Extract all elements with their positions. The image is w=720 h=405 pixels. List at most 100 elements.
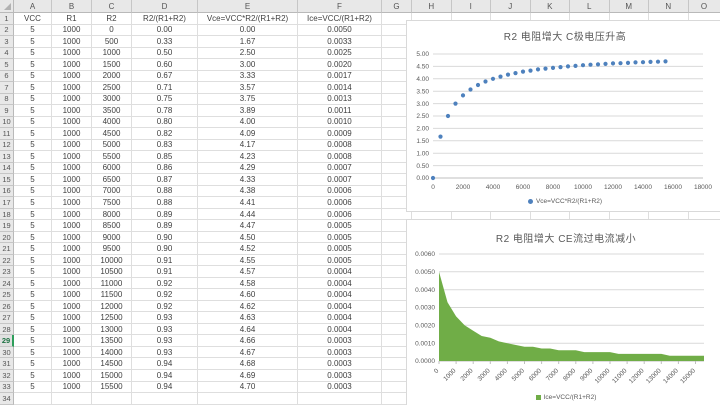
cell[interactable]: Ice=VCC/(R1+R2) (298, 13, 382, 25)
cell[interactable]: 0.0004 (298, 312, 382, 324)
cell[interactable]: 4.67 (198, 347, 298, 359)
cell[interactable]: 4.33 (198, 174, 298, 186)
cell[interactable]: VCC (14, 13, 52, 25)
cell[interactable]: 4.64 (198, 324, 298, 336)
cell[interactable]: 0.0003 (298, 335, 382, 347)
cell[interactable]: 3.89 (198, 105, 298, 117)
cell[interactable]: 5 (14, 232, 52, 244)
cell[interactable]: 0.0009 (298, 128, 382, 140)
cell[interactable] (14, 393, 52, 405)
cell[interactable]: 1000 (52, 151, 92, 163)
cell[interactable]: 5 (14, 301, 52, 313)
cell[interactable]: 0.50 (132, 48, 198, 60)
cell[interactable]: 2000 (92, 71, 132, 83)
row-header-11[interactable]: 11 (0, 128, 14, 140)
row-header-7[interactable]: 7 (0, 82, 14, 94)
cell[interactable]: 500 (92, 36, 132, 48)
row-header-23[interactable]: 23 (0, 266, 14, 278)
cell[interactable]: 5 (14, 117, 52, 129)
row-header-17[interactable]: 17 (0, 197, 14, 209)
cell[interactable]: 1000 (52, 243, 92, 255)
cell[interactable]: 13500 (92, 335, 132, 347)
cell[interactable]: 0.33 (132, 36, 198, 48)
row-header-30[interactable]: 30 (0, 347, 14, 359)
cell[interactable]: 0.0011 (298, 105, 382, 117)
cell[interactable]: 0.0006 (298, 197, 382, 209)
row-header-8[interactable]: 8 (0, 94, 14, 106)
cell[interactable]: 1000 (52, 59, 92, 71)
cell[interactable]: 0.88 (132, 197, 198, 209)
cell[interactable]: 10500 (92, 266, 132, 278)
cell[interactable]: 8500 (92, 220, 132, 232)
cell[interactable]: 6500 (92, 174, 132, 186)
row-header-6[interactable]: 6 (0, 71, 14, 83)
cell[interactable]: 5 (14, 255, 52, 267)
cell[interactable]: 5 (14, 209, 52, 221)
cell[interactable]: 1000 (92, 48, 132, 60)
cell[interactable]: 0.00 (198, 25, 298, 37)
column-header-C[interactable]: C (92, 0, 132, 13)
cell[interactable]: 4.17 (198, 140, 298, 152)
cell[interactable]: 0.67 (132, 71, 198, 83)
cell[interactable]: 1000 (52, 370, 92, 382)
cell[interactable]: 0.0050 (298, 25, 382, 37)
cell[interactable]: 1000 (52, 266, 92, 278)
cell[interactable]: 1000 (52, 255, 92, 267)
cell[interactable]: 0.86 (132, 163, 198, 175)
cell[interactable]: 4000 (92, 117, 132, 129)
cell[interactable]: 0.00 (132, 25, 198, 37)
cell[interactable]: 5 (14, 312, 52, 324)
cell[interactable]: 10000 (92, 255, 132, 267)
cell[interactable]: 14500 (92, 358, 132, 370)
cell[interactable]: 7500 (92, 197, 132, 209)
cell[interactable]: 1.67 (198, 36, 298, 48)
cell[interactable]: 0.0006 (298, 209, 382, 221)
ice-area-chart[interactable]: R2 电阻增大 CE流过电流减小 0.00000.00100.00200.003… (406, 219, 720, 405)
cell[interactable]: 5 (14, 243, 52, 255)
cell[interactable]: 0.0020 (298, 59, 382, 71)
cell[interactable]: 5 (14, 324, 52, 336)
cell[interactable]: 4.68 (198, 358, 298, 370)
cell[interactable]: 0.0004 (298, 289, 382, 301)
cell[interactable]: 4.63 (198, 312, 298, 324)
cell[interactable]: 1000 (52, 25, 92, 37)
cell[interactable]: 5 (14, 197, 52, 209)
row-header-18[interactable]: 18 (0, 209, 14, 221)
row-header-26[interactable]: 26 (0, 301, 14, 313)
cell[interactable] (298, 393, 382, 405)
cell[interactable]: 9000 (92, 232, 132, 244)
cell[interactable]: 0.80 (132, 117, 198, 129)
cell[interactable] (52, 393, 92, 405)
cell[interactable]: 4.55 (198, 255, 298, 267)
cell[interactable]: 1000 (52, 117, 92, 129)
row-header-29[interactable]: 29 (0, 335, 14, 347)
row-header-24[interactable]: 24 (0, 278, 14, 290)
column-header-J[interactable]: J (491, 0, 531, 13)
cell[interactable]: 1000 (52, 335, 92, 347)
cell[interactable]: 4500 (92, 128, 132, 140)
cell[interactable]: 0.0008 (298, 140, 382, 152)
cell[interactable]: 8000 (92, 209, 132, 221)
cell[interactable]: 5 (14, 151, 52, 163)
cell[interactable]: 4.44 (198, 209, 298, 221)
cell[interactable]: 0.0003 (298, 370, 382, 382)
cell[interactable]: 0.0003 (298, 382, 382, 394)
cell[interactable]: 0.71 (132, 82, 198, 94)
cell[interactable]: Vce=VCC*R2/(R1+R2) (198, 13, 298, 25)
cell[interactable]: 0.92 (132, 301, 198, 313)
cell[interactable]: 0.94 (132, 370, 198, 382)
cell[interactable]: 3.33 (198, 71, 298, 83)
row-header-12[interactable]: 12 (0, 140, 14, 152)
cell[interactable]: R2/(R1+R2) (132, 13, 198, 25)
cell[interactable]: 4.66 (198, 335, 298, 347)
cell[interactable]: 5 (14, 128, 52, 140)
cell[interactable]: 14000 (92, 347, 132, 359)
row-header-13[interactable]: 13 (0, 151, 14, 163)
cell[interactable]: 1000 (52, 82, 92, 94)
cell[interactable]: 5 (14, 25, 52, 37)
cell[interactable]: 1000 (52, 301, 92, 313)
vce-scatter-chart[interactable]: R2 电阻增大 C极电压升高 0.000.501.001.502.002.503… (406, 20, 720, 212)
column-header-L[interactable]: L (570, 0, 610, 13)
cell[interactable]: 1500 (92, 59, 132, 71)
cell[interactable]: 5 (14, 140, 52, 152)
